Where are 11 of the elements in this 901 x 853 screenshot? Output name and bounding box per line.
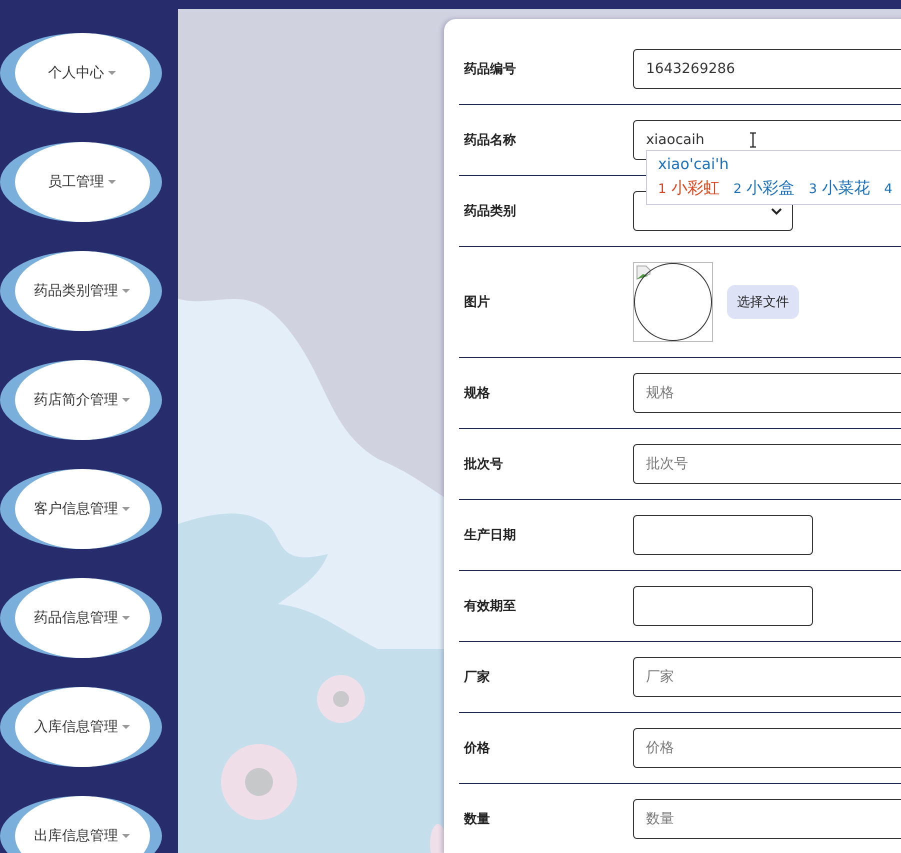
field-label: 规格 [464, 385, 491, 402]
field-label: 数量 [464, 811, 491, 828]
field-label: 厂家 [464, 668, 491, 686]
field-label: 药品类别 [464, 203, 517, 220]
field-label: 生产日期 [464, 526, 517, 544]
field-label: 图片 [464, 294, 491, 311]
field-label: 药品名称 [464, 132, 517, 149]
field-label: 有效期至 [464, 598, 517, 615]
field-label: 药品编号 [464, 60, 517, 78]
field-label: 批次号 [464, 456, 504, 473]
field-label: 价格 [464, 740, 491, 757]
